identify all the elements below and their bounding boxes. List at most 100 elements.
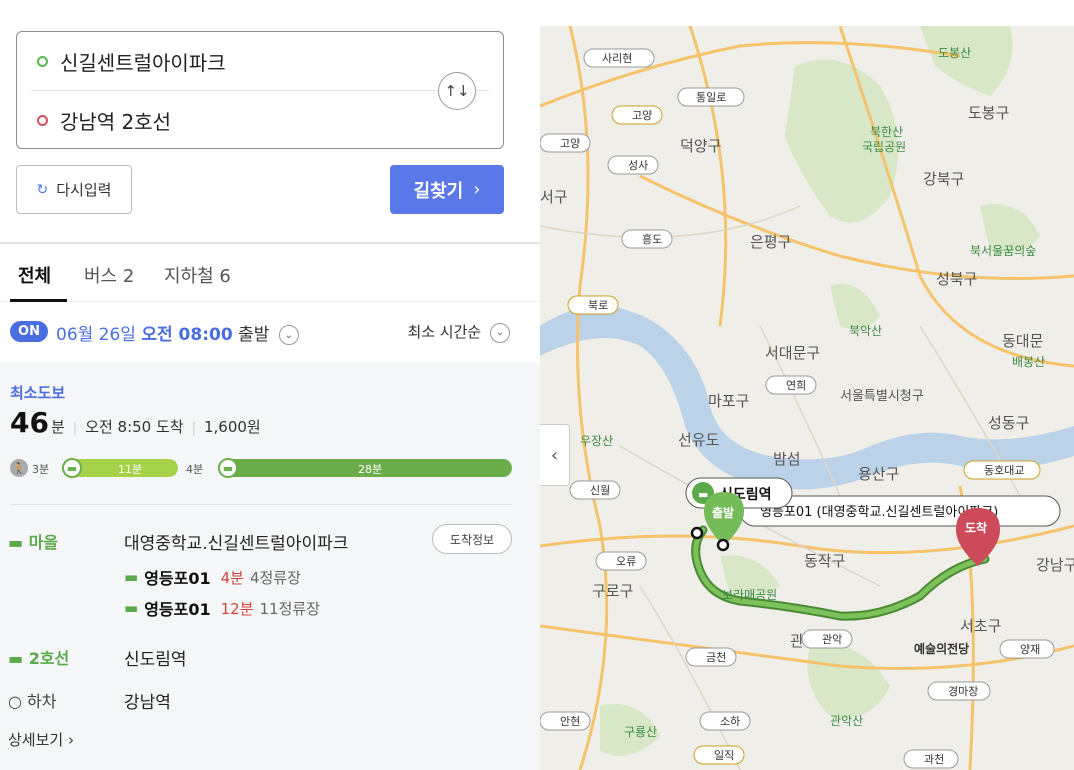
route-node bbox=[690, 526, 704, 540]
walk-time-2: 4분 bbox=[186, 463, 204, 476]
ic-badge: 오류 bbox=[595, 551, 647, 571]
map-label: 도봉산 bbox=[938, 46, 971, 60]
total-minutes: 46 bbox=[10, 406, 49, 439]
transport-tabs: 전체 버스 2 지하철 6 bbox=[0, 244, 540, 302]
ic-label: 관악 bbox=[822, 633, 842, 646]
bus-line-option[interactable]: ▬ 영등포01 4분 4정류장 bbox=[124, 565, 301, 589]
bus-icon: ▬ bbox=[124, 568, 139, 586]
map-label: 은평구 bbox=[750, 233, 791, 251]
arrival-info-button[interactable]: 도착정보 bbox=[432, 524, 512, 554]
map-label: 용산구 bbox=[858, 465, 899, 483]
jc-label: 북로 bbox=[588, 299, 608, 312]
map-label: 성동구 bbox=[988, 414, 1029, 432]
jc-badge: 북로 bbox=[567, 295, 619, 315]
reset-button[interactable]: ↻ 다시입력 bbox=[16, 165, 132, 214]
walk-time-1: 3분 bbox=[32, 463, 50, 476]
jc-badge: 고양 bbox=[611, 105, 663, 125]
ic-label: 오류 bbox=[616, 555, 636, 568]
route-node bbox=[716, 538, 730, 552]
ic-badge: 경마장 bbox=[927, 681, 991, 701]
ic-badge: 과천 bbox=[903, 749, 959, 769]
map-label: 밤섬 bbox=[773, 450, 801, 468]
swap-icon: ↑↓ bbox=[444, 82, 470, 100]
map-label: 강북구 bbox=[923, 170, 964, 188]
ic-label: 신월 bbox=[590, 484, 610, 497]
ic-badge: 사리현 bbox=[583, 48, 655, 68]
jc-label: 동호대교 bbox=[984, 464, 1024, 477]
swap-button[interactable]: ↑↓ bbox=[438, 72, 476, 110]
find-route-button[interactable]: 길찾기 › bbox=[390, 165, 504, 214]
origin-dot-icon bbox=[37, 55, 48, 67]
ic-badge: 고양 bbox=[540, 133, 591, 153]
bus-mode-label: 마을 bbox=[28, 533, 59, 552]
collapse-panel-button[interactable]: ‹ bbox=[540, 424, 570, 486]
bus-icon: ▬ bbox=[8, 533, 29, 552]
minutes-unit: 분 bbox=[50, 418, 65, 436]
map-label: 서구 bbox=[540, 188, 568, 206]
tab-all[interactable]: 전체 bbox=[18, 262, 51, 288]
alight-label: 하차 bbox=[27, 692, 57, 711]
ic-label: 흥도 bbox=[642, 232, 662, 246]
detail-link[interactable]: 상세보기 › bbox=[8, 729, 74, 750]
start-label: 출발 bbox=[712, 505, 734, 520]
ic-badge: 양재 bbox=[999, 639, 1055, 659]
map-label: 성북구 bbox=[936, 270, 977, 288]
destination-field[interactable]: 강남역 2호선 bbox=[17, 91, 437, 149]
departure-time-row: ON 06월 26일 오전 08:00 출발 ⌄ 최소 시간순 ⌄ bbox=[0, 302, 540, 360]
bus-line-option[interactable]: ▬ 영등포01 12분 11정류장 bbox=[124, 596, 320, 620]
chevron-left-icon: ‹ bbox=[550, 444, 559, 466]
alight-circle-icon: ○ bbox=[8, 692, 28, 711]
subway-boarding-station: 신도림역 bbox=[124, 650, 187, 670]
ic-label: 소하 bbox=[720, 714, 740, 728]
ic-badge: 흥도 bbox=[621, 229, 673, 249]
tab-subway[interactable]: 지하철 6 bbox=[164, 262, 231, 288]
ic-badge: 안현 bbox=[540, 711, 591, 731]
departure-clock: 오전 08:00 bbox=[141, 325, 233, 345]
sort-label: 최소 시간순 bbox=[407, 323, 482, 341]
map-label: 서울특별시청구 bbox=[840, 389, 924, 404]
step-subway-mode: ▬ 2호선 bbox=[8, 645, 69, 669]
route-summary: 46 분 | 오전 8:50 도착 | 1,600원 bbox=[10, 406, 261, 439]
ic-label: 고양 bbox=[560, 137, 580, 150]
chevron-right-icon: › bbox=[473, 179, 481, 200]
alight-station: 강남역 bbox=[124, 693, 171, 713]
ic-label: 과천 bbox=[924, 752, 944, 766]
chevron-down-icon: ⌄ bbox=[490, 322, 510, 343]
ic-label: 통일로 bbox=[696, 90, 726, 104]
bus-line-minutes: 4분 bbox=[220, 568, 244, 587]
destination-dot-icon bbox=[37, 114, 48, 126]
jc-label: 고양 bbox=[632, 109, 652, 122]
ic-label: 안현 bbox=[560, 715, 580, 728]
sort-dropdown[interactable]: 최소 시간순 ⌄ bbox=[407, 321, 510, 343]
ic-badge: 신월 bbox=[569, 480, 621, 500]
ic-badge: 통일로 bbox=[677, 87, 745, 107]
map-label: 북한산 bbox=[870, 125, 903, 139]
jc-badge: 동호대교 bbox=[963, 460, 1041, 480]
ic-label: 경마장 bbox=[948, 685, 978, 698]
chevron-down-icon: ⌄ bbox=[278, 325, 299, 345]
bus-line-stops: 11정류장 bbox=[259, 599, 321, 618]
step-bus-mode: ▬ 마을 bbox=[8, 529, 58, 553]
bus-boarding-stop: 대영중학교.신길센트럴아이파크 bbox=[124, 534, 349, 554]
ic-badge: 연희 bbox=[765, 375, 817, 395]
ic-label: 양재 bbox=[1020, 643, 1040, 656]
map-label: 마포구 bbox=[708, 392, 749, 410]
route-result-card[interactable]: 최소도보 46 분 | 오전 8:50 도착 | 1,600원 🚶 3분 ▬ 1… bbox=[0, 362, 540, 770]
ic-label: 금천 bbox=[706, 650, 726, 664]
map-view[interactable]: 도봉산 도봉구 북한산 국립공원 강북구 덕양구 은평구 북서울꿈의숲 성북구 … bbox=[540, 26, 1074, 770]
tab-bus[interactable]: 버스 2 bbox=[84, 262, 134, 288]
end-marker[interactable]: 도착 bbox=[956, 508, 1000, 566]
departure-time[interactable]: 06월 26일 오전 08:00 출발 ⌄ bbox=[56, 320, 299, 345]
fare: 1,600원 bbox=[203, 418, 261, 436]
bus-line-name: 영등포01 bbox=[144, 569, 211, 588]
origin-text: 신길센트럴아이파크 bbox=[60, 50, 226, 75]
highway-line bbox=[688, 26, 728, 327]
ic-label: 연희 bbox=[786, 379, 806, 392]
origin-field[interactable]: 신길센트럴아이파크 bbox=[17, 32, 437, 90]
bus-icon: ▬ bbox=[62, 458, 82, 478]
on-toggle[interactable]: ON bbox=[10, 321, 48, 342]
ic-badge: 소하 bbox=[699, 711, 751, 731]
departure-date: 06월 26일 bbox=[56, 325, 136, 345]
arrival-time: 오전 8:50 도착 bbox=[85, 418, 184, 436]
map-canvas: 도봉산 도봉구 북한산 국립공원 강북구 덕양구 은평구 북서울꿈의숲 성북구 … bbox=[540, 26, 1074, 770]
